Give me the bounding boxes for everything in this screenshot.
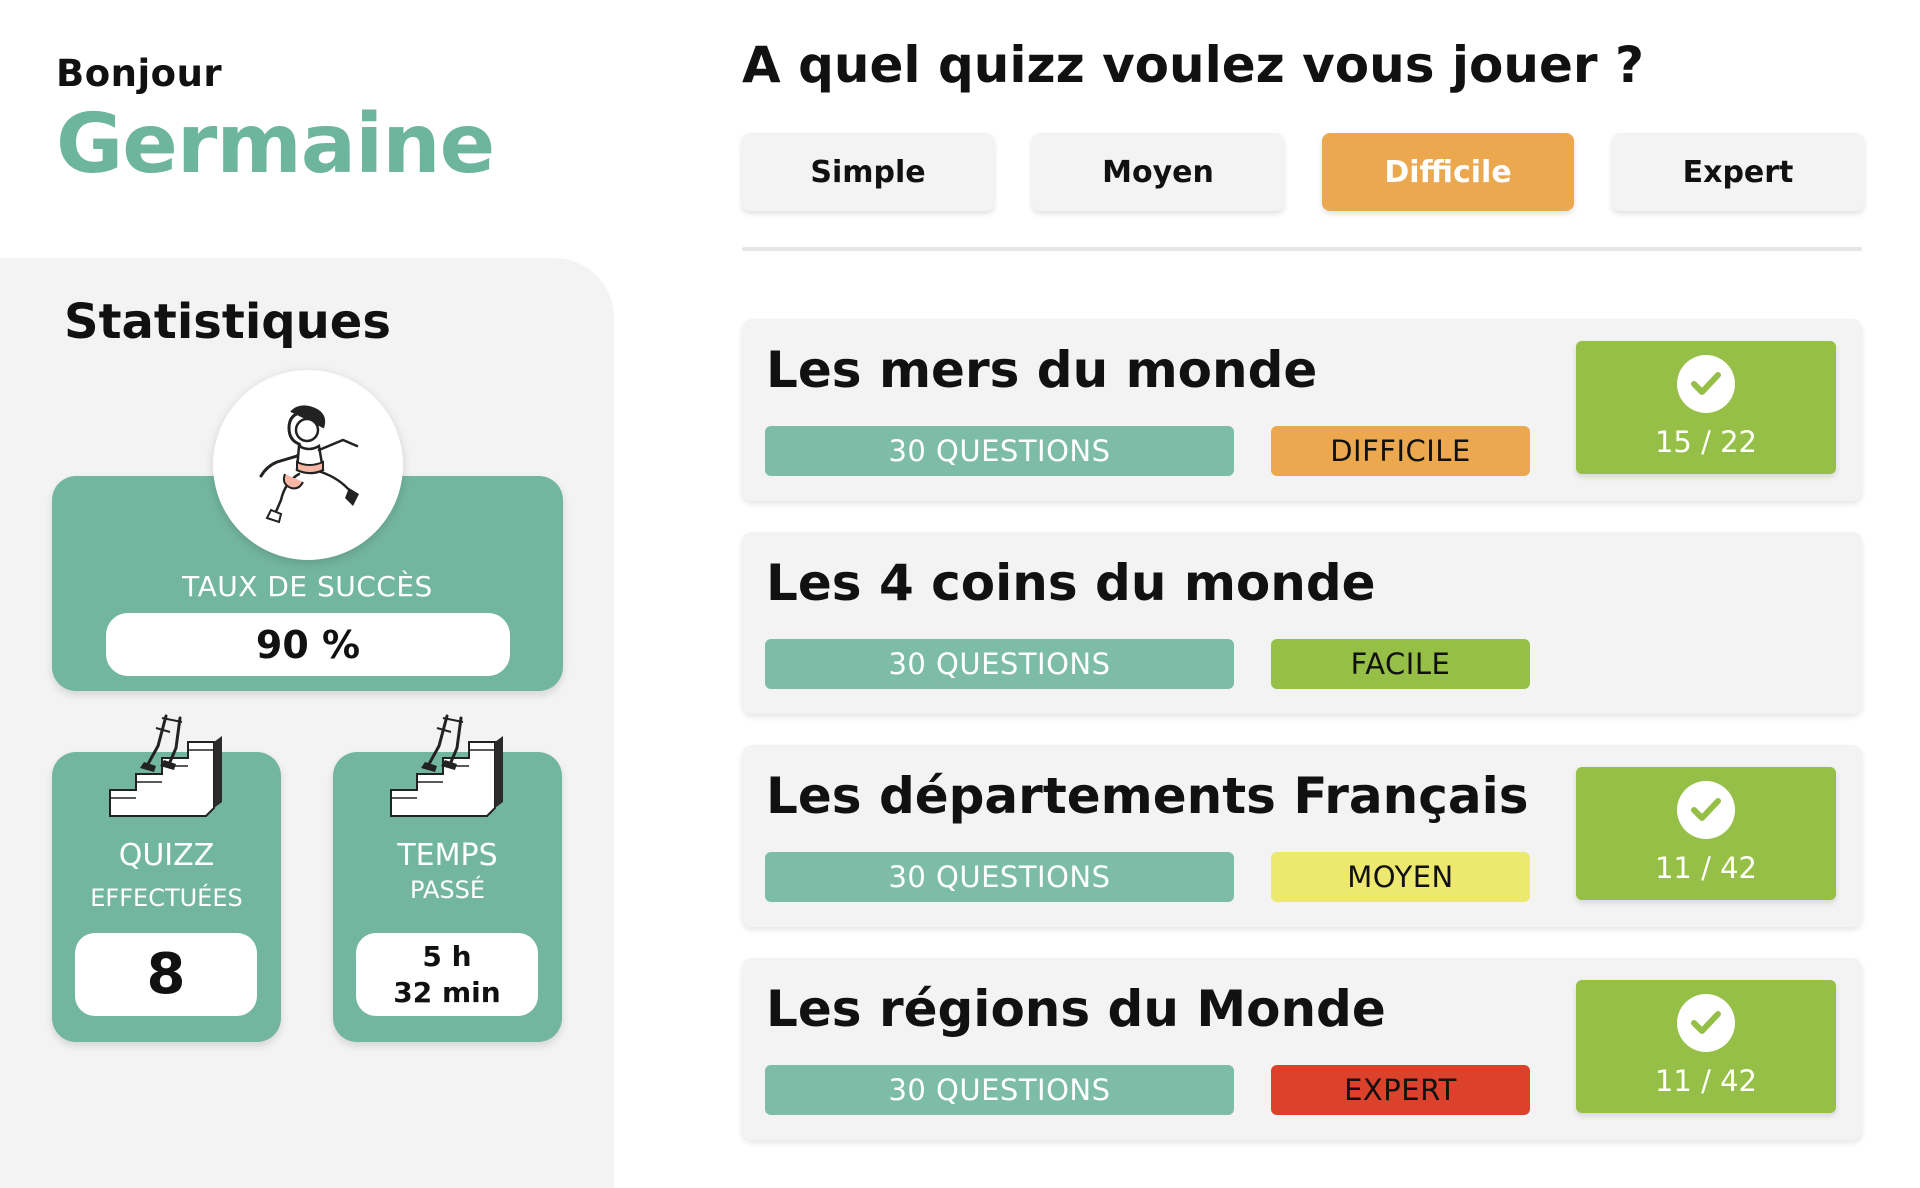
score-value: 15 / 22 (1654, 425, 1757, 459)
check-icon (1677, 355, 1735, 413)
questions-count-badge: 30 QUESTIONS (765, 1065, 1234, 1115)
score-value: 11 / 42 (1654, 851, 1757, 885)
time-spent-value: 5 h 32 min (356, 933, 538, 1016)
quiz-card[interactable]: Les 4 coins du monde 30 QUESTIONS FACILE (742, 532, 1862, 714)
runner-avatar (213, 370, 403, 560)
check-icon (1677, 781, 1735, 839)
questions-count-badge: 30 QUESTIONS (765, 639, 1234, 689)
quiz-title: Les mers du monde (766, 341, 1318, 399)
user-name: Germaine (56, 97, 495, 192)
level-button-difficile[interactable]: Difficile (1322, 133, 1574, 211)
questions-count-badge: 30 QUESTIONS (765, 426, 1234, 476)
score-value: 11 / 42 (1654, 1064, 1757, 1098)
stairs-runner-icon (390, 714, 503, 817)
difficulty-badge: MOYEN (1271, 852, 1530, 902)
quizz-done-sublabel: EFFECTUÉES (90, 884, 243, 912)
success-rate-value: 90 % (106, 613, 510, 676)
time-spent-minutes: 32 min (393, 975, 501, 1009)
greeting: Bonjour Germaine (56, 52, 495, 192)
level-button-simple[interactable]: Simple (742, 133, 994, 211)
quiz-title: Les départements Français (766, 767, 1529, 825)
questions-count-badge: 30 QUESTIONS (765, 852, 1234, 902)
score-badge: 11 / 42 (1576, 767, 1836, 900)
level-button-moyen[interactable]: Moyen (1032, 133, 1284, 211)
difficulty-badge: DIFFICILE (1271, 426, 1530, 476)
success-rate-label: TAUX DE SUCCÈS (182, 570, 433, 603)
difficulty-badge: FACILE (1271, 639, 1530, 689)
stairs-runner-icon (109, 714, 222, 817)
page-title: A quel quizz voulez vous jouer ? (742, 36, 1644, 94)
time-spent-sublabel: PASSÉ (410, 876, 485, 904)
quiz-title: Les régions du Monde (766, 980, 1386, 1038)
runner-illustration-icon (259, 405, 359, 524)
score-badge: 15 / 22 (1576, 341, 1836, 474)
difficulty-badge: EXPERT (1271, 1065, 1530, 1115)
quiz-card[interactable]: Les départements Français 30 QUESTIONS M… (742, 745, 1862, 927)
time-spent-label: TEMPS (397, 838, 498, 873)
greeting-hello: Bonjour (56, 52, 223, 95)
level-button-expert[interactable]: Expert (1612, 133, 1864, 211)
quizz-done-label: QUIZZ (118, 838, 215, 873)
check-icon (1677, 994, 1735, 1052)
quiz-card[interactable]: Les régions du Monde 30 QUESTIONS EXPERT… (742, 958, 1862, 1140)
score-badge: 11 / 42 (1576, 980, 1836, 1113)
time-spent-hours: 5 h (422, 939, 472, 973)
divider (742, 247, 1862, 251)
stats-title: Statistiques (64, 294, 391, 350)
quiz-title: Les 4 coins du monde (766, 554, 1376, 612)
quiz-card[interactable]: Les mers du monde 30 QUESTIONS DIFFICILE… (742, 319, 1862, 501)
quizz-done-value: 8 (75, 933, 257, 1016)
